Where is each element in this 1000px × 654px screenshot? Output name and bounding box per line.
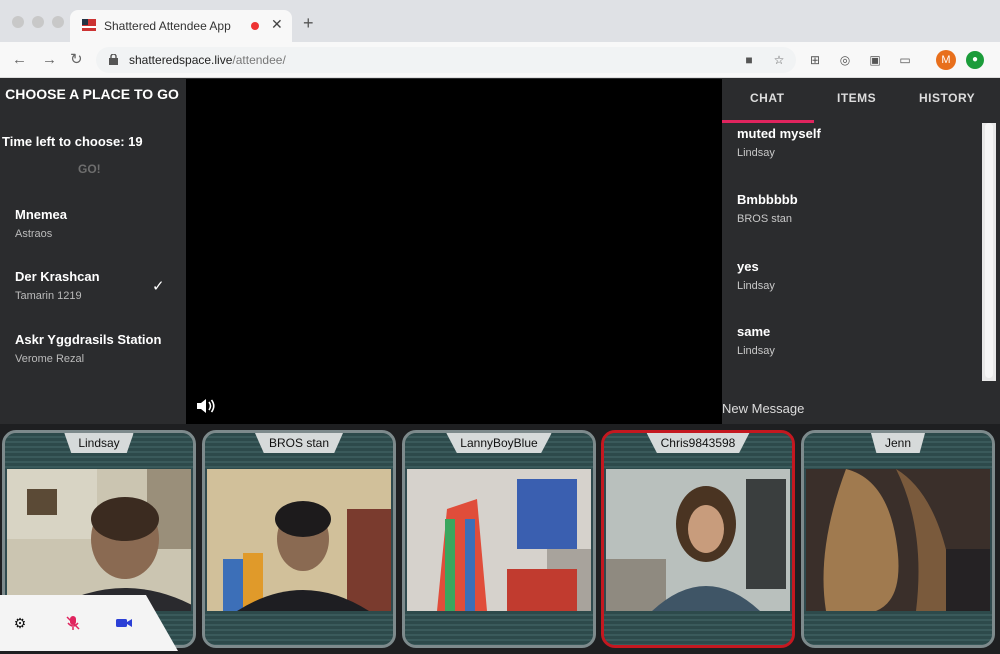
tile-frame-bottom [604, 611, 792, 645]
back-icon[interactable]: ← [12, 51, 27, 69]
tab-items[interactable]: ITEMS [837, 91, 876, 105]
extension-icon[interactable]: ⊞ [806, 51, 824, 69]
camera-icon[interactable] [115, 614, 133, 632]
window-close-button[interactable] [12, 16, 24, 28]
message-text: same [737, 324, 771, 339]
url-host: shatteredspace.live [129, 53, 233, 67]
video-feed [407, 469, 591, 611]
camera-in-use-icon[interactable]: ■ [740, 51, 758, 69]
choose-title: CHOOSE A PLACE TO GO [5, 86, 179, 102]
chat-message: same Lindsay [737, 324, 775, 357]
place-owner: Tamarin 1219 [15, 290, 82, 302]
message-author: Lindsay [737, 345, 775, 357]
chat-message: muted myself Lindsay [737, 126, 821, 159]
tile-frame-bottom [205, 611, 393, 645]
tab-history[interactable]: HISTORY [919, 91, 975, 105]
place-chooser-panel: CHOOSE A PLACE TO GO Time left to choose… [0, 79, 186, 424]
participant-tile[interactable]: Jenn [801, 430, 995, 648]
message-author: BROS stan [737, 213, 793, 225]
place-name: Askr Yggdrasils Station [15, 332, 162, 347]
video-feed [806, 469, 990, 611]
window-minimize-button[interactable] [32, 16, 44, 28]
participant-tile-active-speaker[interactable]: Chris9843598 [601, 430, 795, 648]
bookmark-star-icon[interactable]: ☆ [770, 51, 788, 69]
participant-name: Chris9843598 [646, 433, 750, 453]
video-feed [7, 469, 191, 611]
url-text: shatteredspace.live/attendee/ [129, 53, 286, 67]
url-path: /attendee/ [232, 53, 286, 67]
tile-frame-bottom [405, 611, 593, 645]
video-feed [606, 469, 790, 611]
participant-name: Lindsay [64, 433, 134, 453]
microphone-muted-icon[interactable] [64, 614, 82, 632]
message-author: Lindsay [737, 147, 775, 159]
browser-toolbar: ← → ↻ shatteredspace.live/attendee/ ■ ☆ … [0, 42, 1000, 78]
video-person [806, 469, 990, 611]
video-person [7, 469, 191, 611]
forward-icon[interactable]: → [42, 51, 57, 69]
tab-title: Shattered Attendee App [104, 19, 231, 33]
place-name: Mnemea [15, 207, 68, 222]
place-item[interactable]: Der Krashcan Tamarin 1219 [15, 269, 100, 302]
message-text: Bmbbbbb [737, 192, 798, 207]
place-owner: Verome Rezal [15, 353, 85, 365]
place-owner: Astraos [15, 228, 53, 240]
participant-tile[interactable]: BROS stan [202, 430, 396, 648]
chat-panel: CHAT ITEMS HISTORY muted myself Lindsay … [722, 79, 1000, 424]
participant-tile[interactable]: LannyBoyBlue [402, 430, 596, 648]
chrome-extension-icon[interactable]: ◎ [836, 51, 854, 69]
extension-box-icon[interactable]: ▣ [866, 51, 884, 69]
lock-icon [109, 54, 118, 65]
active-tab-indicator [722, 120, 814, 123]
video-person [207, 469, 391, 611]
time-left: Time left to choose: 19 [2, 134, 143, 149]
video-room [407, 469, 591, 611]
checkmark-icon: ✓ [152, 278, 165, 295]
video-feed [207, 469, 391, 611]
address-bar[interactable]: shatteredspace.live/attendee/ [96, 47, 796, 73]
participant-name: Jenn [870, 433, 926, 453]
window-maximize-button[interactable] [52, 16, 64, 28]
go-button[interactable]: GO! [78, 162, 101, 176]
message-text: muted myself [737, 126, 821, 141]
browser-tab-bar: Shattered Attendee App ✕ + [0, 0, 1000, 42]
participant-name: LannyBoyBlue [446, 433, 552, 453]
place-name: Der Krashcan [15, 269, 100, 284]
message-author: Lindsay [737, 280, 775, 292]
new-tab-button[interactable]: + [303, 14, 314, 32]
new-message-input[interactable]: New Message [722, 401, 804, 416]
app-root: CHOOSE A PLACE TO GO Time left to choose… [0, 79, 1000, 654]
green-extension-icon[interactable]: ● [966, 51, 984, 69]
recording-indicator-icon [251, 22, 259, 30]
browser-tab[interactable]: Shattered Attendee App ✕ [70, 10, 292, 42]
place-item[interactable]: Mnemea Astraos [15, 207, 67, 240]
tile-frame-bottom [804, 611, 992, 645]
message-text: yes [737, 259, 759, 274]
main-stage [186, 79, 722, 424]
participant-name: BROS stan [254, 433, 344, 453]
tab-chat[interactable]: CHAT [750, 91, 784, 105]
reload-icon[interactable]: ↻ [70, 51, 83, 69]
chat-message: Bmbbbbb BROS stan [737, 192, 798, 225]
flag-icon [82, 19, 96, 31]
place-item[interactable]: Askr Yggdrasils Station Verome Rezal [15, 332, 161, 365]
chat-message: yes Lindsay [737, 259, 775, 292]
speaker-icon[interactable] [196, 397, 218, 415]
gear-icon[interactable]: ⚙ [11, 614, 29, 632]
video-person [606, 469, 790, 611]
close-tab-icon[interactable]: ✕ [271, 16, 283, 33]
chat-scrollbar-thumb[interactable] [985, 123, 993, 378]
profile-avatar[interactable]: M [936, 50, 956, 70]
cast-icon[interactable]: ▭ [896, 51, 914, 69]
